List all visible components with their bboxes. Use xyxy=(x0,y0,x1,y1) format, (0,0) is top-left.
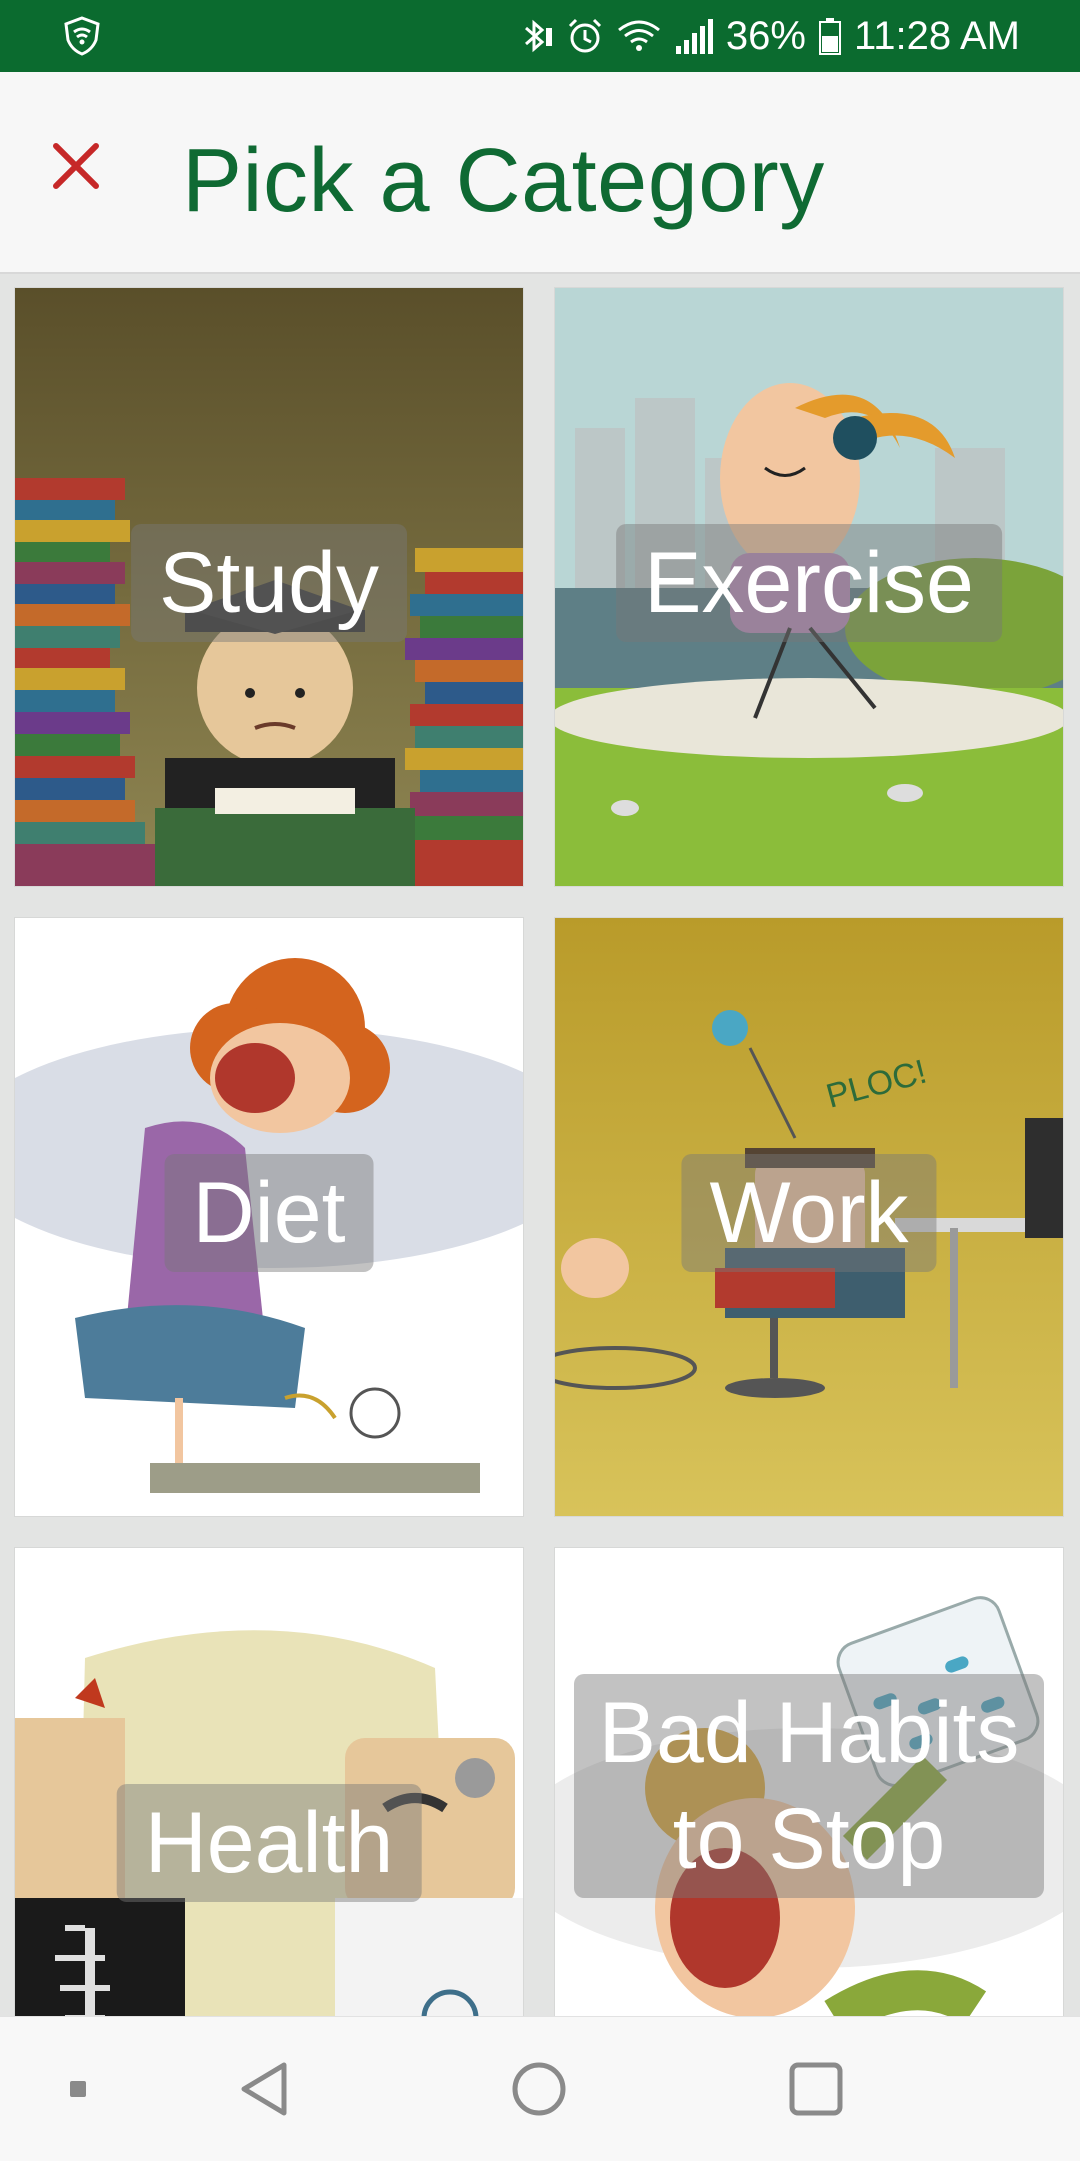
category-label: Health xyxy=(116,1784,422,1902)
close-icon[interactable] xyxy=(48,138,104,194)
category-card-diet[interactable]: Diet xyxy=(15,918,523,1516)
health-illustration xyxy=(15,1548,523,2016)
signal-icon xyxy=(675,19,713,54)
category-card-exercise[interactable]: Exercise xyxy=(555,288,1063,886)
overview-icon[interactable] xyxy=(784,2057,848,2121)
category-card-study[interactable]: Study xyxy=(15,288,523,886)
category-label: Diet xyxy=(164,1154,374,1272)
wifi-icon xyxy=(617,20,660,51)
status-icons: 36% 11:28 AM xyxy=(520,0,1020,72)
back-icon[interactable] xyxy=(232,2057,296,2121)
recent-dot-icon[interactable] xyxy=(46,2057,110,2121)
shield-icon xyxy=(64,16,100,56)
battery-percent: 36% xyxy=(725,13,806,58)
page-title: Pick a Category xyxy=(182,131,825,231)
status-bar: 36% 11:28 AM xyxy=(0,0,1080,72)
category-card-bad-habits[interactable]: Bad Habits to Stop xyxy=(555,1548,1063,2016)
home-icon[interactable] xyxy=(507,2057,571,2121)
alarm-icon xyxy=(568,18,601,53)
category-card-health[interactable]: Health xyxy=(15,1548,523,2016)
navigation-bar xyxy=(0,2016,1080,2161)
status-time: 11:28 AM xyxy=(853,13,1020,58)
battery-icon xyxy=(818,18,841,55)
category-label: Study xyxy=(131,524,407,642)
category-label: Bad Habits to Stop xyxy=(574,1674,1044,1898)
category-label: Work xyxy=(681,1154,937,1272)
bluetooth-icon xyxy=(524,19,552,53)
app-header: Pick a Category xyxy=(0,72,1080,274)
category-card-work[interactable]: PLOC! Work xyxy=(555,918,1063,1516)
category-label: Exercise xyxy=(616,524,1002,642)
category-grid: Study Exercise Diet PLOC! Work Health Ba… xyxy=(0,272,1080,2016)
